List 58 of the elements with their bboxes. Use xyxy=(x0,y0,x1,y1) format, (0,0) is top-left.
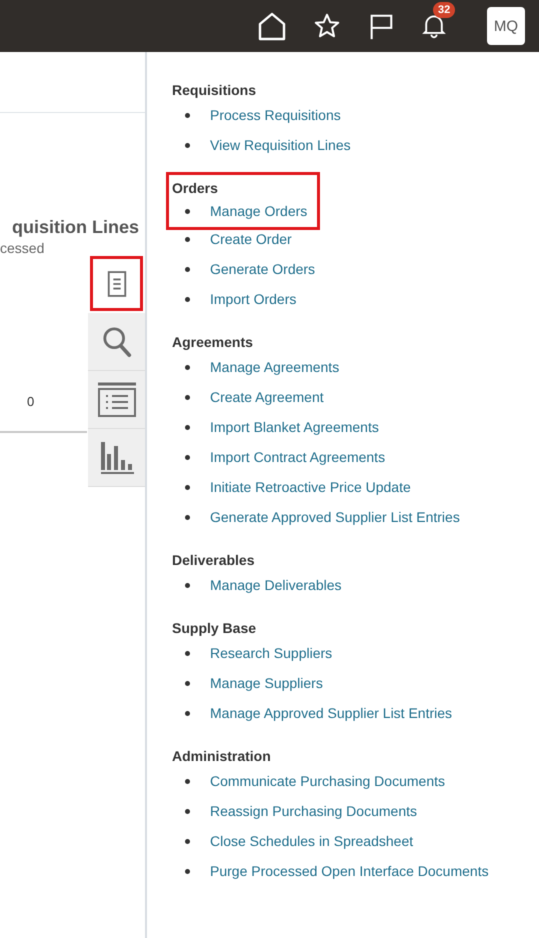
menu-link[interactable]: Manage Suppliers xyxy=(210,675,323,691)
section-heading: Deliverables xyxy=(172,551,254,570)
menu-link[interactable]: Import Blanket Agreements xyxy=(210,419,379,435)
menu-link[interactable]: Create Order xyxy=(210,231,292,247)
section-heading: Requisitions xyxy=(172,81,256,100)
card-subtitle: cessed xyxy=(0,240,44,256)
menu-link[interactable]: Manage Deliverables xyxy=(210,577,342,593)
bullet-icon xyxy=(185,364,190,370)
menu-link[interactable]: Generate Orders xyxy=(210,261,316,277)
bullet-icon xyxy=(185,778,190,784)
bar-chart-icon xyxy=(98,440,134,476)
menu-link[interactable]: Import Contract Agreements xyxy=(210,449,386,465)
menu-link[interactable]: View Requisition Lines xyxy=(210,137,351,153)
bullet-icon xyxy=(185,838,190,844)
menu-link[interactable]: Manage Orders xyxy=(210,203,308,219)
bullet-icon xyxy=(185,208,190,214)
list-icon xyxy=(96,382,136,418)
section-heading: Agreements xyxy=(172,333,253,352)
bullet-icon xyxy=(185,514,190,520)
bullet-icon xyxy=(185,112,190,118)
card-value: 0 xyxy=(27,394,34,409)
bullet-icon xyxy=(185,424,190,430)
section-heading: Administration xyxy=(172,747,271,766)
menu-link[interactable]: Communicate Purchasing Documents xyxy=(210,773,445,789)
star-icon[interactable] xyxy=(313,12,341,40)
section-heading: Supply Base xyxy=(172,619,256,638)
bullet-icon xyxy=(185,394,190,400)
menu-link[interactable]: Purge Processed Open Interface Documents xyxy=(210,863,489,879)
menu-link[interactable]: Research Suppliers xyxy=(210,645,332,661)
bullet-icon xyxy=(185,868,190,874)
bullet-icon xyxy=(185,808,190,814)
notification-badge: 32 xyxy=(433,2,456,18)
home-icon[interactable] xyxy=(257,11,287,41)
bullet-icon xyxy=(185,710,190,716)
bullet-icon xyxy=(185,142,190,148)
card-title: quisition Lines xyxy=(12,217,139,238)
bullet-icon xyxy=(185,296,190,302)
bullet-icon xyxy=(185,582,190,588)
document-icon xyxy=(106,270,128,298)
side-tab[interactable] xyxy=(90,256,143,311)
menu-link[interactable]: Manage Agreements xyxy=(210,359,340,375)
section-heading: Orders xyxy=(172,179,219,198)
menu-link[interactable]: Create Agreement xyxy=(210,389,324,405)
bullet-icon xyxy=(185,650,190,656)
bullet-icon xyxy=(185,266,190,272)
menu-link[interactable]: Initiate Retroactive Price Update xyxy=(210,479,411,495)
menu-link[interactable]: Close Schedules in Spreadsheet xyxy=(210,833,414,849)
search-icon xyxy=(102,326,132,358)
menu-link[interactable]: Process Requisitions xyxy=(210,107,341,123)
menu-link[interactable]: Manage Approved Supplier List Entries xyxy=(210,705,452,721)
menu-link[interactable]: Generate Approved Supplier List Entries xyxy=(210,509,460,525)
user-avatar[interactable]: MQ xyxy=(487,7,525,45)
bullet-icon xyxy=(185,454,190,460)
menu-link[interactable]: Import Orders xyxy=(210,291,296,307)
bullet-icon xyxy=(185,236,190,242)
menu-link[interactable]: Reassign Purchasing Documents xyxy=(210,803,417,819)
bullet-icon xyxy=(185,680,190,686)
bullet-icon xyxy=(185,484,190,490)
